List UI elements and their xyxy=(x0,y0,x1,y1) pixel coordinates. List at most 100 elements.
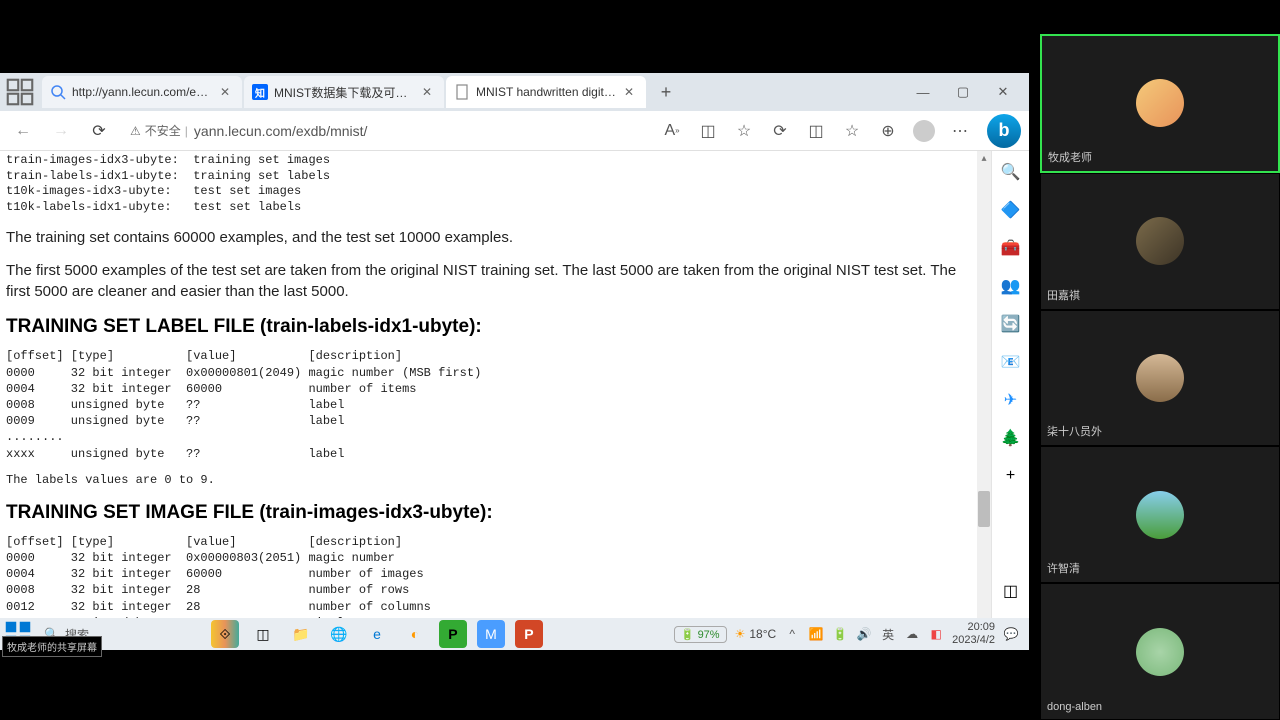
bing-chat-button[interactable]: b xyxy=(987,114,1021,148)
taskbar-app-meet[interactable]: M xyxy=(477,620,505,648)
read-aloud-button[interactable]: A» xyxy=(659,118,685,144)
taskbar-app-browser2[interactable]: e xyxy=(363,620,391,648)
sidebar-tree-icon[interactable]: 🌲 xyxy=(1000,427,1022,449)
tab-overview-button[interactable] xyxy=(6,78,34,106)
window-controls: — ▢ ✕ xyxy=(903,77,1023,107)
edge-sidebar: 🔍 🔷 🧰 👥 🔄 📧 ✈ 🌲 + ◫ ⚙ xyxy=(991,151,1029,650)
close-icon[interactable]: ✕ xyxy=(624,85,638,99)
reload-button[interactable]: ⟳ xyxy=(84,116,114,146)
participant-tile[interactable]: 许智清 xyxy=(1040,446,1280,583)
battery-indicator[interactable]: 🔋 97% xyxy=(674,626,727,643)
participant-tile[interactable]: dong-alben xyxy=(1040,583,1280,720)
tray-battery-icon[interactable]: 🔋 xyxy=(832,626,848,642)
maximize-button[interactable]: ▢ xyxy=(943,77,983,107)
page-icon xyxy=(454,84,470,100)
windows-taskbar: 🔍 搜索 ⟐ ◫ 📁 🌐 e ◐ P M P 🔋 97% ☀ 18°C ^ 📶 … xyxy=(0,618,1029,650)
sidebar-games-icon[interactable]: 👥 xyxy=(1000,275,1022,297)
participants-panel: 牧成老师 田嘉祺 柒十八员外 许智清 dong-alben xyxy=(1040,34,1280,720)
favorites-bar-button[interactable]: ☆ xyxy=(839,118,865,144)
participant-name: 许智清 xyxy=(1047,560,1080,576)
sidebar-send-icon[interactable]: ✈ xyxy=(1000,389,1022,411)
close-icon[interactable]: ✕ xyxy=(220,85,234,99)
url-text: yann.lecun.com/exdb/mnist/ xyxy=(194,123,368,139)
taskbar-app-explorer[interactable]: 📁 xyxy=(287,620,315,648)
new-tab-button[interactable]: + xyxy=(652,78,680,106)
avatar xyxy=(1136,79,1184,127)
browser-tab-1[interactable]: 知 MNIST数据集下载及可视化 - 知 ✕ xyxy=(244,76,444,108)
section-heading: TRAINING SET IMAGE FILE (train-images-id… xyxy=(6,502,979,524)
sidebar-office-icon[interactable]: 🔄 xyxy=(1000,313,1022,335)
avatar xyxy=(1136,628,1184,676)
taskbar-app-edge[interactable]: 🌐 xyxy=(325,620,353,648)
sidebar-tools-icon[interactable]: 🧰 xyxy=(1000,237,1022,259)
address-bar: ← → ⟳ ⚠ 不安全 | yann.lecun.com/exdb/mnist/… xyxy=(0,111,1029,151)
participant-tile[interactable]: 田嘉祺 xyxy=(1040,173,1280,310)
close-window-button[interactable]: ✕ xyxy=(983,77,1023,107)
tabs-bar: http://yann.lecun.com/exdb/mn ✕ 知 MNIST数… xyxy=(0,73,1029,111)
participant-name: 柒十八员外 xyxy=(1047,423,1102,439)
notifications-button[interactable]: 💬 xyxy=(1003,626,1019,642)
taskbar-app-ppt[interactable]: P xyxy=(515,620,543,648)
labels-note: The labels values are 0 to 9. xyxy=(6,472,979,488)
taskbar-app-browser3[interactable]: ◐ xyxy=(401,620,429,648)
tab-title: http://yann.lecun.com/exdb/mn xyxy=(72,85,214,99)
avatar xyxy=(1136,491,1184,539)
close-icon[interactable]: ✕ xyxy=(422,85,436,99)
paragraph: The training set contains 60000 examples… xyxy=(6,227,979,248)
favorite-button[interactable]: ☆ xyxy=(731,118,757,144)
browser-tab-0[interactable]: http://yann.lecun.com/exdb/mn ✕ xyxy=(42,76,242,108)
sidebar-collapse-icon[interactable]: ◫ xyxy=(1000,580,1022,602)
tray-wifi-icon[interactable]: 📶 xyxy=(808,626,824,642)
warning-icon: ⚠ xyxy=(130,124,141,138)
forward-button: → xyxy=(46,116,76,146)
sidebar-outlook-icon[interactable]: 📧 xyxy=(1000,351,1022,373)
scroll-up-icon[interactable]: ▴ xyxy=(977,151,991,165)
taskbar-app-pycharm[interactable]: P xyxy=(439,620,467,648)
participant-name: 牧成老师 xyxy=(1048,149,1092,165)
back-button[interactable]: ← xyxy=(8,116,38,146)
url-field[interactable]: ⚠ 不安全 | yann.lecun.com/exdb/mnist/ xyxy=(122,116,651,146)
tray-sync-icon[interactable]: ☁ xyxy=(904,626,920,642)
sidebar-search-icon[interactable]: 🔍 xyxy=(1000,161,1022,183)
taskbar-app-taskview[interactable]: ◫ xyxy=(249,620,277,648)
tray-app-icon[interactable]: ◧ xyxy=(928,626,944,642)
avatar xyxy=(1136,217,1184,265)
file-list: train-images-idx3-ubyte: training set im… xyxy=(6,153,979,215)
share-indicator: 牧成老师的共享屏幕 xyxy=(2,636,102,657)
scrollbar-thumb[interactable] xyxy=(978,491,990,527)
participant-name: 田嘉祺 xyxy=(1047,287,1080,303)
tab-title: MNIST handwritten digit databa xyxy=(476,85,618,99)
tray-ime-icon[interactable]: 英 xyxy=(880,626,896,642)
split-button[interactable]: ◫ xyxy=(803,118,829,144)
section-heading: TRAINING SET LABEL FILE (train-labels-id… xyxy=(6,316,979,338)
sidebar-shopping-icon[interactable]: 🔷 xyxy=(1000,199,1022,221)
taskbar-clock[interactable]: 20:09 2023/4/2 xyxy=(952,621,995,647)
tab-title: MNIST数据集下载及可视化 - 知 xyxy=(274,84,416,101)
tray-volume-icon[interactable]: 🔊 xyxy=(856,626,872,642)
menu-button[interactable]: ⋯ xyxy=(947,118,973,144)
taskbar-app-1[interactable]: ⟐ xyxy=(211,620,239,648)
vertical-scrollbar[interactable]: ▴ ▾ xyxy=(977,151,991,650)
participant-tile[interactable]: 柒十八员外 xyxy=(1040,310,1280,447)
browser-window: http://yann.lecun.com/exdb/mn ✕ 知 MNIST数… xyxy=(0,73,1029,650)
insecure-badge[interactable]: ⚠ 不安全 | xyxy=(130,122,188,139)
minimize-button[interactable]: — xyxy=(903,77,943,107)
translate-button[interactable]: ◫ xyxy=(695,118,721,144)
profile-button[interactable] xyxy=(911,118,937,144)
label-file-table: [offset] [type] [value] [description] 00… xyxy=(6,348,979,461)
taskbar-apps: ⟐ ◫ 📁 🌐 e ◐ P M P xyxy=(211,620,543,648)
sidebar-add-icon[interactable]: + xyxy=(1000,465,1022,487)
tray-chevron-icon[interactable]: ^ xyxy=(784,626,800,642)
participant-name: dong-alben xyxy=(1047,701,1102,713)
zhihu-icon: 知 xyxy=(252,84,268,100)
page-content: train-images-idx3-ubyte: training set im… xyxy=(0,151,1029,650)
paragraph: The first 5000 examples of the test set … xyxy=(6,260,979,302)
sun-icon: ☀ xyxy=(735,627,746,641)
browser-tab-2[interactable]: MNIST handwritten digit databa ✕ xyxy=(446,76,646,108)
participant-tile[interactable]: 牧成老师 xyxy=(1040,34,1280,173)
collections-button[interactable]: ⊕ xyxy=(875,118,901,144)
weather-widget[interactable]: ☀ 18°C xyxy=(735,627,777,641)
avatar xyxy=(1136,354,1184,402)
sync-button[interactable]: ⟳ xyxy=(767,118,793,144)
search-icon xyxy=(50,84,66,100)
